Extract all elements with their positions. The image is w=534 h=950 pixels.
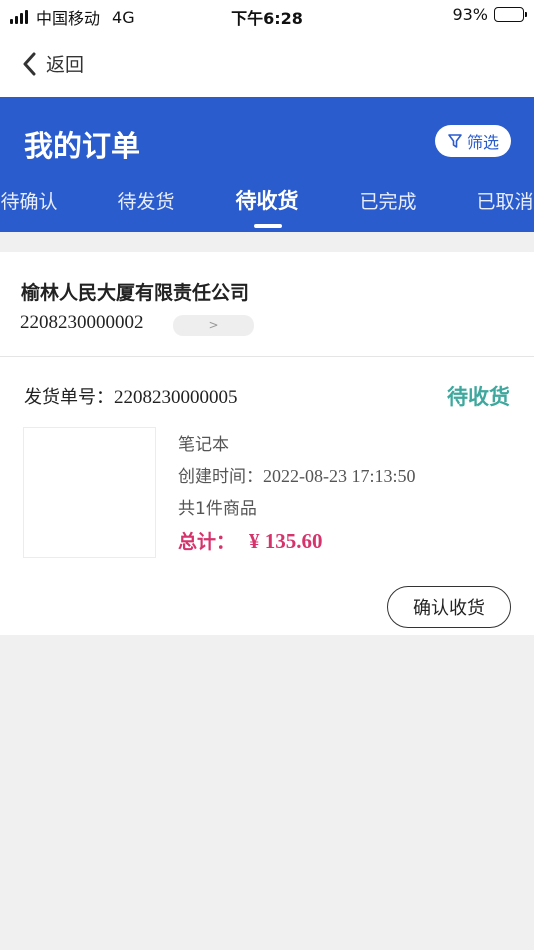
order-card[interactable]: 榆林人民大厦有限责任公司 2208230000002 > 发货单号：220823… bbox=[0, 252, 534, 635]
total-label: 总计： bbox=[178, 531, 236, 553]
page-title: 我的订单 bbox=[24, 129, 141, 163]
product-name: 笔记本 bbox=[178, 435, 229, 455]
battery-percent: 93% bbox=[452, 5, 488, 24]
tab-pending-receive[interactable]: 待收货 bbox=[236, 185, 299, 215]
product-image[interactable] bbox=[23, 427, 156, 558]
orders-header: 我的订单 筛选 待确认 待发货 待收货 已完成 已取消 bbox=[0, 97, 534, 232]
tab-pending-confirm[interactable]: 待确认 bbox=[0, 187, 57, 214]
total-amount: ¥ 135.60 bbox=[249, 529, 323, 553]
created-label: 创建时间： bbox=[178, 467, 263, 487]
battery-icon bbox=[494, 7, 527, 22]
nav-bar: 返回 bbox=[0, 30, 534, 97]
created-value: 2022-08-23 17:13:50 bbox=[263, 466, 416, 486]
shipping-number-row: 发货单号：2208230000005 bbox=[24, 383, 238, 409]
shipping-number: 2208230000005 bbox=[114, 387, 238, 408]
confirm-receipt-button[interactable]: 确认收货 bbox=[387, 586, 511, 628]
tab-completed[interactable]: 已完成 bbox=[359, 187, 416, 214]
filter-label: 筛选 bbox=[466, 133, 499, 152]
funnel-icon bbox=[448, 134, 462, 148]
order-number: 2208230000002 bbox=[20, 312, 144, 333]
company-name: 榆林人民大厦有限责任公司 bbox=[21, 282, 250, 304]
created-time-row: 创建时间：2022-08-23 17:13:50 bbox=[178, 462, 416, 487]
chevron-left-icon bbox=[23, 52, 36, 75]
order-detail-arrow[interactable]: > bbox=[173, 315, 254, 336]
active-tab-indicator bbox=[254, 224, 282, 228]
status-bar: 中国移动 4G 下午6:28 93% bbox=[0, 0, 534, 30]
back-button[interactable]: 返回 bbox=[22, 50, 84, 77]
tab-cancelled[interactable]: 已取消 bbox=[476, 187, 533, 214]
total-row: 总计： ¥ 135.60 bbox=[178, 527, 323, 554]
back-label: 返回 bbox=[46, 54, 85, 76]
top-area: 中国移动 4G 下午6:28 93% 返回 bbox=[0, 0, 534, 97]
status-right: 93% bbox=[452, 5, 527, 24]
tab-pending-ship[interactable]: 待发货 bbox=[117, 187, 174, 214]
item-count: 共1件商品 bbox=[178, 499, 257, 519]
filter-button[interactable]: 筛选 bbox=[435, 125, 511, 157]
divider bbox=[0, 356, 534, 357]
status-tabs: 待确认 待发货 待收货 已完成 已取消 bbox=[0, 187, 534, 232]
shipping-label: 发货单号： bbox=[24, 387, 114, 408]
status-badge: 待收货 bbox=[447, 385, 510, 409]
